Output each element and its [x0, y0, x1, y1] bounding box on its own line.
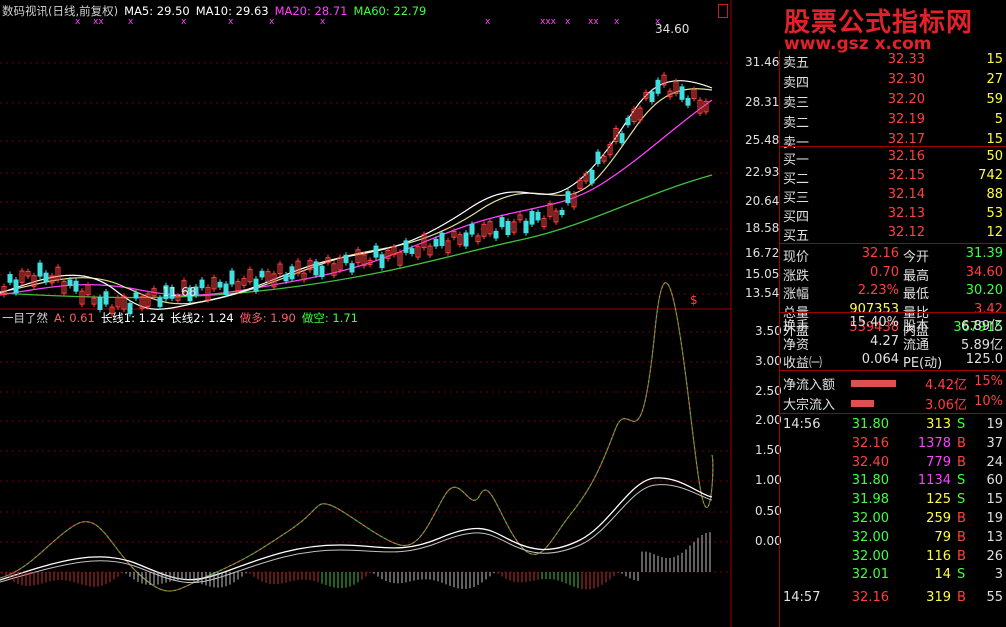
stats-row: 净资 4.27 流通 5.89亿 [783, 333, 1003, 353]
price-tick: 22.93 [745, 165, 780, 179]
candlesticks [1, 72, 709, 317]
indicator-tick: 1.50 [755, 443, 782, 457]
indicator-tick: 3.50 [755, 324, 782, 338]
order-book-buy-row: 买二 32.15 742 [783, 168, 1003, 187]
ma10-value: MA10: 29.63 [195, 4, 269, 18]
high-annotation: 34.60 [655, 22, 690, 36]
long-line [0, 477, 713, 581]
tick-row: 32.16 1378 B 37 [851, 435, 1003, 451]
indicator-name: 一目了然 [2, 311, 48, 325]
indicator-long1: 长线1: 1.24 [100, 311, 165, 325]
order-book-sell-row: 卖四 32.30 27 [783, 72, 1003, 91]
stats-row: 收益㈠ 0.064 PE(动) 125.0 [783, 352, 1003, 371]
price-tick: 20.64 [745, 194, 780, 208]
indicator-tick: 0.50 [755, 504, 782, 518]
order-book-buy-row: 买四 32.13 53 [783, 206, 1003, 225]
indicator-a-line [0, 282, 714, 592]
quote-row: 涨跌 0.70 最高 34.60 [783, 264, 1003, 284]
long-line-2 [0, 484, 713, 584]
indicator-tick: 2.50 [755, 384, 782, 398]
price-tick: 16.72 [745, 246, 780, 260]
quote-row: 现价 32.16 今开 31.39 [783, 246, 1003, 265]
price-tick: 28.31 [745, 95, 780, 109]
ma-legend: 数码视讯(日线,前复权) MA5: 29.50 MA10: 29.63 MA20: 2… [2, 3, 432, 19]
tick-row: 14:57 32.16 319 B 55 [783, 590, 1003, 606]
price-tick: 25.48 [745, 133, 780, 147]
order-book-sell-row: 卖二 32.19 5 [783, 112, 1003, 131]
indicator-legend: 一目了然 A: 0.61 长线1: 1.24 长线2: 1.24 做多: 1.90 做空:… [2, 310, 364, 326]
indicator-tick: 1.00 [755, 473, 782, 487]
indicator-sell: 做空: 1.71 [301, 311, 358, 325]
order-book-sell-row: 卖一 32.17 15 [783, 132, 1003, 151]
divider [779, 413, 1006, 414]
indicator-tick: 2.00 [755, 413, 782, 427]
order-book-sell-row: 卖三 32.20 59 [783, 92, 1003, 111]
indicator-long2: 长线2: 1.24 [170, 311, 234, 325]
flow-bar [851, 380, 896, 387]
order-book-buy-row: 买五 32.12 12 [783, 225, 1003, 244]
dollar-mark: $ [690, 293, 698, 307]
tick-row: 32.40 779 B 24 [851, 454, 1003, 470]
order-book-sell-row: 卖五 32.33 15 [783, 52, 1003, 71]
ma20-line [0, 99, 713, 296]
price-tick: 18.58 [745, 221, 780, 235]
quote-row: 涨幅 2.23% 最低 30.20 [783, 283, 1003, 302]
order-book-buy-row: 买三 32.14 88 [783, 187, 1003, 206]
tick-row: 32.00 116 B 26 [851, 548, 1003, 564]
divider [779, 243, 1006, 244]
info-box-icon[interactable] [718, 4, 728, 18]
ma10-line [0, 88, 713, 305]
panel-border [779, 50, 780, 627]
stock-name: 数码视讯(日线,前复权) [2, 4, 119, 18]
svg-text:x: x [485, 17, 491, 27]
indicator-tick: 3.00 [755, 354, 782, 368]
tick-row: 32.00 259 B 19 [851, 511, 1003, 526]
flow-bar [851, 400, 874, 407]
svg-text:x: x [565, 17, 571, 27]
tick-row: 14:56 31.80 313 S 19 [783, 417, 1003, 432]
indicator-tick: 0.00 [755, 534, 782, 548]
tick-row: 31.80 1134 S 60 [851, 473, 1003, 489]
indicator-a: A: 0.61 [54, 311, 95, 325]
ma5-value: MA5: 29.50 [124, 4, 190, 18]
indicator-b-line [0, 282, 714, 592]
low-annotation: 11.68 [162, 285, 197, 299]
divider [779, 370, 1006, 371]
ma20-value: MA20: 28.71 [274, 4, 348, 18]
indicator-buy: 做多: 1.90 [239, 311, 296, 325]
tick-row: 32.00 79 B 13 [851, 529, 1003, 545]
ma60-line [0, 174, 713, 299]
svg-text:x: x [614, 17, 620, 27]
flow-row: 大宗流入 3.06亿 10% [783, 394, 1003, 413]
tick-row: 32.01 14 S 3 [851, 567, 1003, 583]
stats-row: 换手 15.40% 股本 6.89亿 [783, 315, 1003, 334]
flow-row: 净流入额 4.42亿 15% [783, 374, 1003, 393]
quote-panel: 卖五 32.33 15 卖四 32.30 27 卖三 32.20 59 卖二 32.19 5 卖一 32.… [779, 0, 1006, 627]
svg-text:xx: xx [588, 17, 599, 27]
divider [779, 312, 1006, 313]
divider [779, 146, 1006, 147]
price-tick: 15.05 [745, 267, 780, 281]
ma60-value: MA60: 22.79 [353, 4, 427, 18]
kline-chart-area[interactable]: x xx x xxx x x xxx x xx x x 数码视讯(日线,前复权) MA5: 2… [0, 0, 732, 627]
price-tick: 13.54 [745, 286, 780, 300]
svg-text:xxx: xxx [540, 17, 557, 27]
order-book-buy-row: 买一 32.16 50 [783, 149, 1003, 168]
price-tick: 31.46 [745, 55, 780, 69]
tick-row: 31.98 125 S 15 [851, 492, 1003, 508]
